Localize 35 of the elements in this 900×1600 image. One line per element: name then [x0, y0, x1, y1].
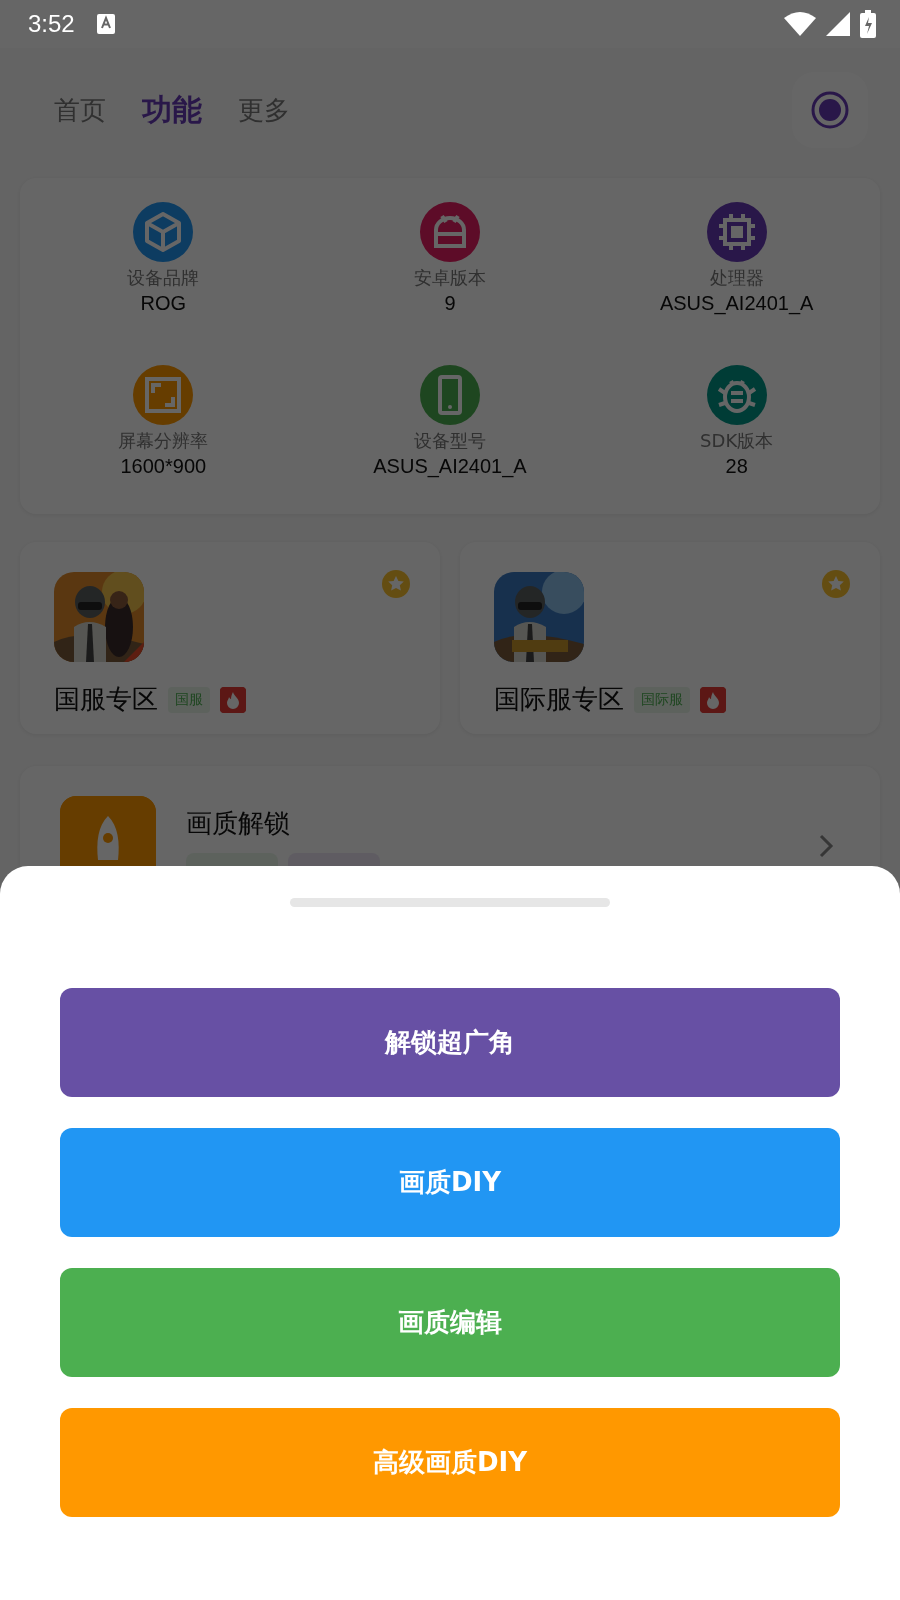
- notification-icon: [96, 14, 115, 34]
- fire-icon: [700, 686, 726, 713]
- info-icon: [133, 365, 194, 425]
- info-icon: [133, 202, 194, 262]
- info-icon: [420, 365, 480, 425]
- info-value: 1600*900: [120, 455, 207, 478]
- tab[interactable]: 功能: [128, 83, 216, 137]
- game-title: 国际服专区: [494, 683, 624, 716]
- info-value: ASUS_AI2401_A: [373, 455, 527, 478]
- region-tag: 国服: [168, 686, 210, 713]
- info-value: ASUS_AI2401_A: [659, 292, 814, 315]
- info-value: 28: [725, 455, 748, 478]
- action-button[interactable]: 高级画质DIY: [60, 1408, 840, 1517]
- drag-handle[interactable]: [290, 898, 610, 907]
- region-tag: 国际服: [634, 686, 690, 713]
- feature-title: 画质解锁: [186, 807, 291, 840]
- signal-icon: [826, 12, 850, 36]
- fire-icon: [220, 686, 246, 713]
- battery-icon: [860, 10, 876, 38]
- info-icon: [706, 365, 767, 425]
- action-button[interactable]: 画质DIY: [60, 1128, 840, 1237]
- status-time: 3:52: [28, 10, 75, 38]
- info-icon: [706, 202, 767, 262]
- game-card[interactable]: 国际服专区 国际服: [460, 542, 880, 734]
- record-icon: [810, 90, 850, 130]
- action-button[interactable]: 解锁超广角: [60, 988, 840, 1097]
- info-value: 9: [444, 292, 456, 315]
- star-badge-icon: [822, 570, 850, 598]
- info-icon: [420, 202, 480, 262]
- game-card[interactable]: 国服专区 国服: [20, 542, 440, 734]
- wifi-icon: [784, 12, 816, 36]
- star-badge-icon: [382, 570, 410, 598]
- game-title: 国服专区: [54, 683, 158, 716]
- action-button[interactable]: 画质编辑: [60, 1268, 840, 1377]
- info-value: ROG: [140, 292, 187, 315]
